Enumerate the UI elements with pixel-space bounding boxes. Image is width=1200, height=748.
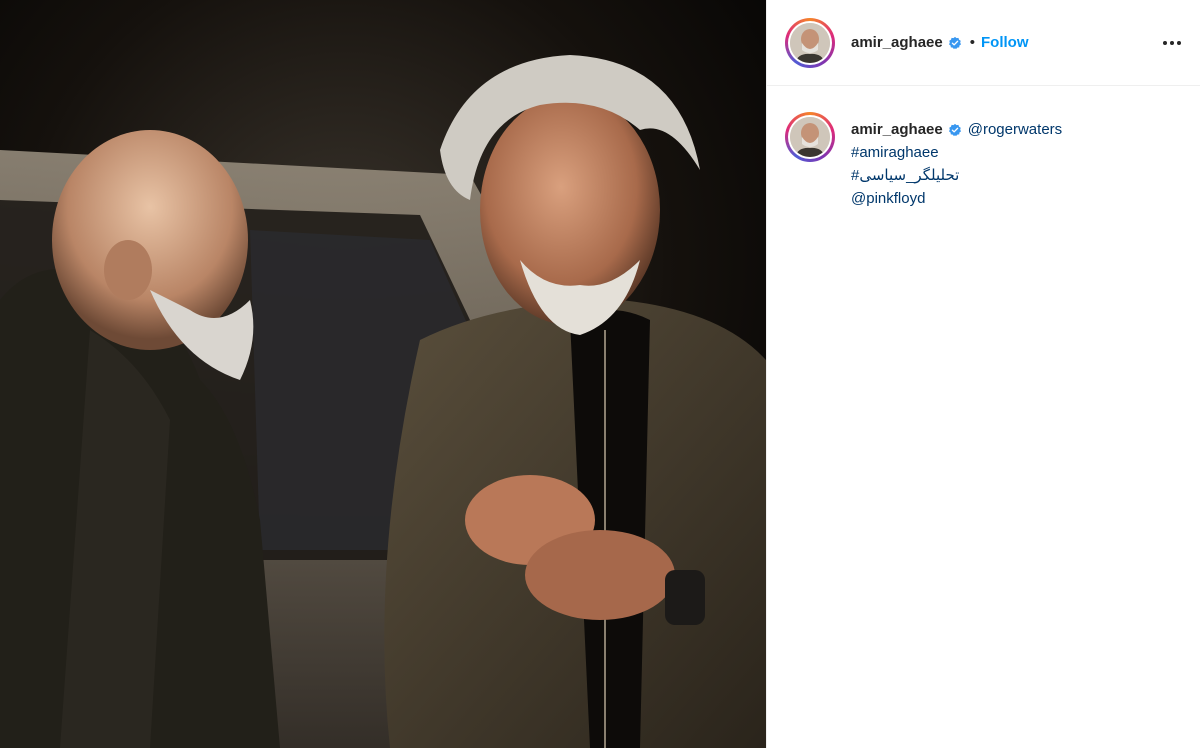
post-username[interactable]: amir_aghaee (851, 34, 943, 51)
caption-avatar-image (790, 117, 830, 157)
avatar-image (790, 22, 830, 63)
caption-username[interactable]: amir_aghaee (851, 118, 943, 141)
hashtag-link[interactable]: تحلیلگر_سیاسی# (851, 164, 1062, 187)
caption-text: amir_aghaee @rogerwaters #amiraghaee تحل… (851, 112, 1062, 210)
caption-avatar[interactable] (785, 112, 835, 162)
avatar[interactable] (785, 17, 835, 68)
follow-button[interactable]: Follow (981, 34, 1029, 51)
post-header: amir_aghaee • Follow (767, 0, 1200, 86)
post-caption: amir_aghaee @rogerwaters #amiraghaee تحل… (767, 86, 1200, 210)
post-photo[interactable] (0, 0, 766, 748)
more-options-icon[interactable] (1160, 31, 1184, 55)
hashtag-link[interactable]: #amiraghaee (851, 141, 1062, 164)
separator-dot: • (969, 34, 975, 51)
mention-link[interactable]: @rogerwaters (968, 118, 1062, 141)
photo-illustration (0, 0, 766, 748)
verified-badge-icon (948, 36, 961, 49)
verified-badge-icon (948, 123, 961, 136)
post-side-panel: amir_aghaee • Follow amir_aghaee @rogerw… (766, 0, 1200, 748)
mention-link[interactable]: @pinkfloyd (851, 187, 1062, 210)
